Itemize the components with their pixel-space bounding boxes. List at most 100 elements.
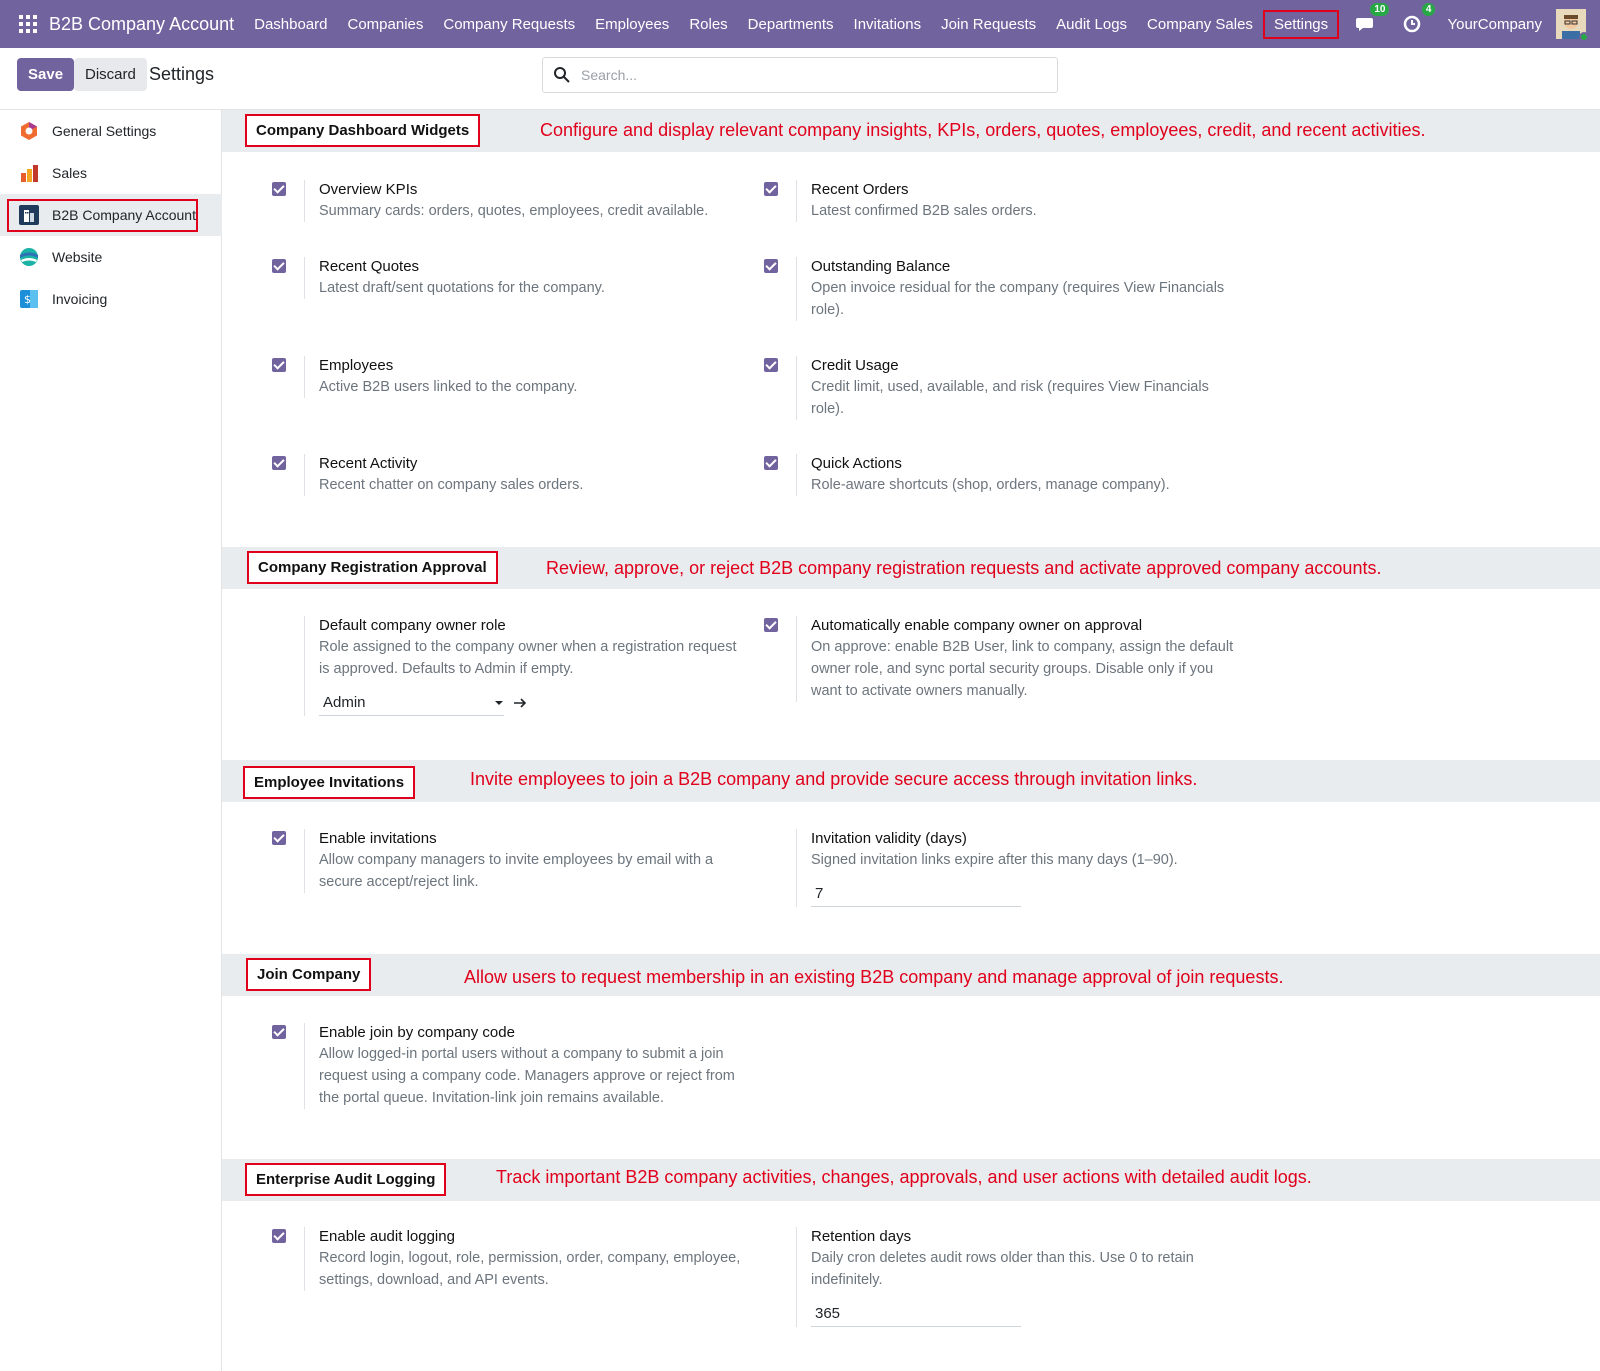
control-panel: Save Discard Settings Search... [0,48,1600,110]
setting-label: Enable join by company code [319,1024,515,1041]
section-title-invitations: Employee Invitations [243,766,416,799]
settings-sidebar: General Settings Sales B2B Company Accou… [0,110,222,1371]
save-button[interactable]: Save [17,58,75,91]
invoicing-icon: $ [20,290,38,308]
menu-audit-logs[interactable]: Audit Logs [1046,12,1137,37]
owner-role-value: Admin [323,694,366,711]
setting-help: Open invoice residual for the company (r… [811,280,1225,318]
menu-companies[interactable]: Companies [338,12,434,37]
sidebar-item-general-settings[interactable]: General Settings [0,110,222,152]
sidebar-item-b2b-company-account[interactable]: B2B Company Account [0,194,222,236]
svg-text:$: $ [24,293,31,306]
setting-help: Latest draft/sent quotations for the com… [319,280,605,296]
setting-label: Default company owner role [319,617,506,634]
owner-role-select[interactable]: Admin [319,690,504,716]
invitation-validity-input[interactable]: 7 [811,881,1021,907]
sidebar-item-label: Invoicing [52,291,108,307]
search-icon [554,67,570,83]
setting-label: Automatically enable company owner on ap… [811,617,1143,634]
checkbox-enable-join-by-code[interactable] [272,1025,286,1039]
setting-label: Retention days [811,1228,912,1245]
section-annotation-registration: Review, approve, or reject B2B company r… [546,558,1382,578]
menu-settings[interactable]: Settings [1262,9,1340,39]
online-status-dot [1579,32,1589,42]
setting-help: Recent chatter on company sales orders. [319,477,584,493]
menu-company-sales[interactable]: Company Sales [1137,12,1263,37]
checkbox-enable-audit-logging[interactable] [272,1229,286,1243]
setting-help: Allow company managers to invite employe… [319,852,714,890]
sidebar-item-label: B2B Company Account [52,207,196,223]
user-avatar[interactable] [1556,9,1589,42]
menu-join-requests[interactable]: Join Requests [931,12,1046,37]
setting-label: Enable invitations [319,830,437,847]
setting-help: Latest confirmed B2B sales orders. [811,203,1037,219]
setting-label: Employees [319,357,394,374]
menu-roles[interactable]: Roles [679,12,737,37]
sidebar-item-website[interactable]: Website [0,236,222,278]
external-link-arrow-icon[interactable] [512,696,528,710]
menu-employees[interactable]: Employees [585,12,679,37]
sidebar-item-invoicing[interactable]: $ Invoicing [0,278,222,320]
messages-icon[interactable]: 10 [1355,3,1390,35]
sales-icon [21,165,38,182]
activities-badge: 4 [1421,3,1436,16]
caret-down-icon [495,700,503,705]
checkbox-enable-invitations[interactable] [272,831,286,845]
page-title: Settings [149,64,215,84]
setting-label: Overview KPIs [319,181,418,198]
section-annotation-join: Allow users to request membership in an … [464,967,1284,987]
section-annotation-audit: Track important B2B company activities, … [496,1167,1312,1187]
main-menu: Dashboard Companies Company Requests Emp… [244,0,1340,48]
menu-departments[interactable]: Departments [738,12,844,37]
search-placeholder: Search... [581,67,638,83]
checkbox-recent-quotes[interactable] [272,259,286,273]
app-title[interactable]: B2B Company Account [49,14,234,35]
setting-help: Credit limit, used, available, and risk … [811,379,1209,417]
checkbox-overview-kpis[interactable] [272,182,286,196]
sidebar-item-label: General Settings [52,123,157,139]
setting-help: Daily cron deletes audit rows older than… [811,1250,1194,1288]
navbar-systray: 10 4 YourCompany [1355,0,1600,48]
settings-main: Company Dashboard Widgets Configure and … [222,110,1600,1371]
setting-label: Recent Quotes [319,258,420,275]
setting-label: Credit Usage [811,357,899,374]
company-switcher[interactable]: YourCompany [1447,16,1542,33]
setting-label: Quick Actions [811,455,902,472]
setting-help: Summary cards: orders, quotes, employees… [319,203,709,219]
checkbox-employees[interactable] [272,358,286,372]
setting-help: Signed invitation links expire after thi… [811,852,1178,868]
setting-label: Recent Activity [319,455,418,472]
setting-label: Enable audit logging [319,1228,455,1245]
menu-invitations[interactable]: Invitations [844,12,932,37]
checkbox-outstanding-balance[interactable] [764,259,778,273]
messages-badge: 10 [1370,3,1390,16]
settings-search-input[interactable]: Search... [542,57,1058,93]
section-annotation-invitations: Invite employees to join a B2B company a… [470,769,1198,789]
discard-button[interactable]: Discard [74,58,147,91]
checkbox-quick-actions[interactable] [764,456,778,470]
activities-clock-icon[interactable]: 4 [1401,3,1436,35]
apps-grid-icon[interactable] [18,14,38,34]
checkbox-credit-usage[interactable] [764,358,778,372]
section-title-join: Join Company [246,958,372,991]
checkbox-recent-activity[interactable] [272,456,286,470]
setting-label: Invitation validity (days) [811,830,967,847]
setting-help: Active B2B users linked to the company. [319,379,578,395]
website-icon [20,248,38,266]
sidebar-item-label: Sales [52,165,88,181]
sidebar-item-sales[interactable]: Sales [0,152,222,194]
checkbox-auto-enable-owner[interactable] [764,618,778,632]
setting-help: On approve: enable B2B User, link to com… [811,639,1234,699]
setting-label: Outstanding Balance [811,258,951,275]
setting-help: Record login, logout, role, permission, … [319,1250,741,1288]
section-title-audit: Enterprise Audit Logging [245,1163,447,1196]
checkbox-recent-orders[interactable] [764,182,778,196]
section-title-registration: Company Registration Approval [247,551,498,584]
setting-help: Allow logged-in portal users without a c… [319,1046,735,1106]
odoo-icon [21,122,37,140]
top-navbar: B2B Company Account Dashboard Companies … [0,0,1600,48]
setting-help: Role assigned to the company owner when … [319,639,737,677]
retention-days-input[interactable]: 365 [811,1301,1021,1327]
menu-dashboard[interactable]: Dashboard [244,12,337,37]
menu-company-requests[interactable]: Company Requests [433,12,585,37]
